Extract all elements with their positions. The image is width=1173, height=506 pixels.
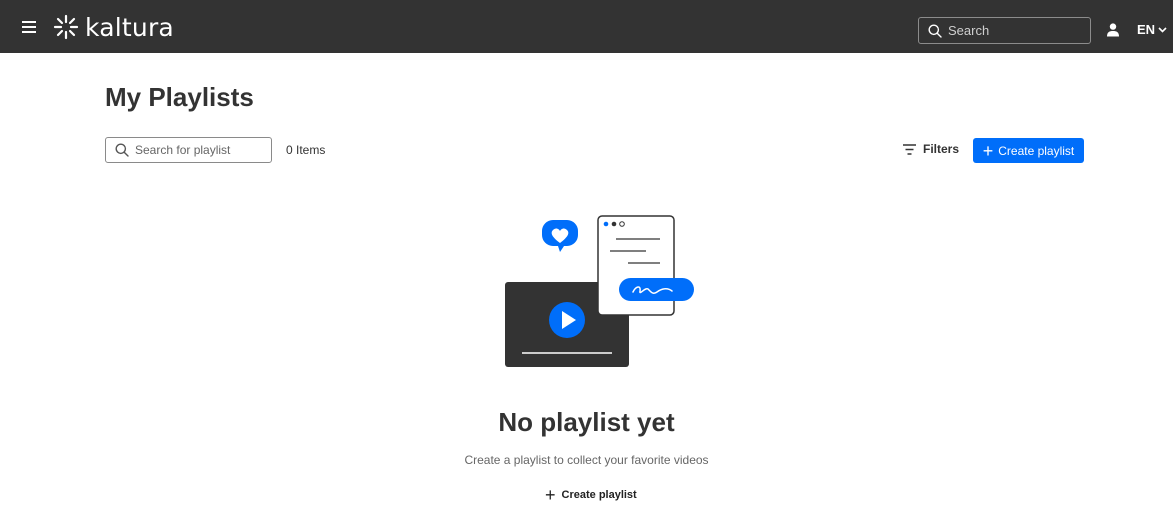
empty-state-title: No playlist yet [498,407,675,437]
header-search[interactable] [918,17,1091,44]
empty-state-create-playlist-button[interactable]: + Create playlist [545,485,637,505]
create-playlist-label: Create playlist [998,143,1075,158]
language-label: EN [1137,22,1156,37]
create-playlist-button[interactable]: + Create playlist [973,138,1084,163]
hamburger-icon[interactable] [22,21,36,33]
kaltura-logo-icon [53,14,79,40]
filters-label: Filters [923,142,960,156]
playlist-search-input[interactable] [133,142,263,158]
search-icon [115,143,129,157]
chevron-down-icon [1158,26,1167,33]
plus-icon: + [982,140,994,161]
signature-pill [619,278,694,301]
search-icon [928,24,942,38]
user-icon[interactable] [1107,23,1119,37]
header-search-input[interactable] [946,22,1086,39]
empty-playlist-illustration [505,215,694,367]
playlist-search[interactable] [105,137,272,163]
empty-state-create-label: Create playlist [561,489,637,501]
filters-button[interactable]: Filters [903,142,959,156]
empty-state-subtitle: Create a playlist to collect your favori… [464,453,709,467]
language-selector[interactable]: EN [1137,22,1167,37]
filter-icon [903,143,916,155]
plus-icon: + [545,485,556,505]
kaltura-logo[interactable]: kaltura [53,14,174,40]
top-bar: kaltura EN [0,0,1173,53]
page-title: My Playlists [105,82,254,112]
logo-text: kaltura [85,12,174,42]
items-count: 0 Items [286,143,326,157]
